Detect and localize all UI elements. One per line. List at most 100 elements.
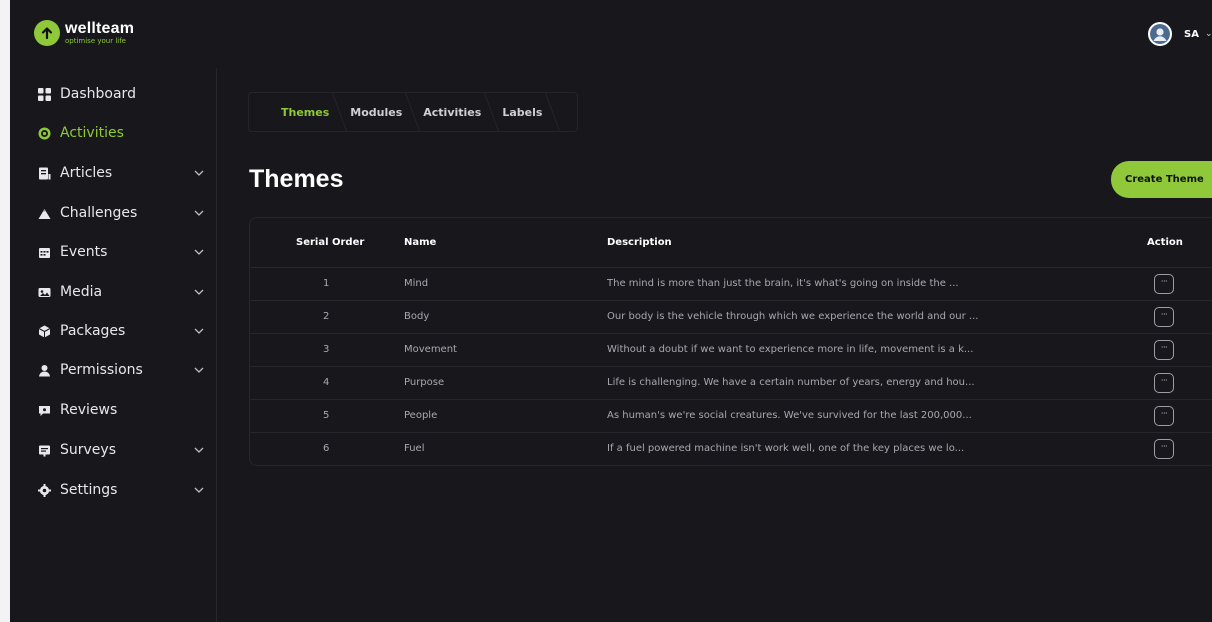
more-horizontal-icon: ··· xyxy=(1160,376,1168,385)
breadcrumb-item-themes[interactable]: Themes xyxy=(271,106,339,119)
more-horizontal-icon: ··· xyxy=(1160,343,1168,352)
breadcrumb-item-labels[interactable]: Labels xyxy=(492,106,552,119)
name-cell: Purpose xyxy=(404,377,445,388)
top-bar: wellteam optimise your life SA ⌄ xyxy=(10,0,1212,68)
column-header-description[interactable]: Description xyxy=(607,237,672,248)
sidebar-item-label: Surveys xyxy=(60,442,116,458)
description-cell: Our body is the vehicle through which we… xyxy=(607,311,979,322)
serial-order-cell: 4 xyxy=(323,377,330,388)
page-title: Themes xyxy=(249,165,344,193)
user-icon xyxy=(37,363,51,377)
sidebar-item-label: Challenges xyxy=(60,205,138,221)
avatar[interactable] xyxy=(1148,22,1172,46)
name-cell: Mind xyxy=(404,278,429,289)
sidebar-item-label: Reviews xyxy=(60,402,118,418)
serial-order-cell: 5 xyxy=(323,410,330,421)
sidebar-item-articles[interactable]: Articles xyxy=(10,158,217,188)
user-menu[interactable]: SA ⌄ xyxy=(1148,22,1212,46)
sidebar-item-challenges[interactable]: Challenges xyxy=(10,198,217,228)
article-icon xyxy=(37,166,51,180)
sidebar-item-media[interactable]: Media xyxy=(10,277,217,307)
column-header-name[interactable]: Name xyxy=(404,237,436,248)
sidebar: Dashboard Activities Articles Challenges… xyxy=(10,68,217,622)
grid-icon xyxy=(37,87,51,101)
description-cell: The mind is more than just the brain, it… xyxy=(607,278,959,289)
chevron-down-icon xyxy=(194,328,204,334)
gear-icon xyxy=(37,483,51,497)
serial-order-cell: 2 xyxy=(323,311,330,322)
chevron-down-icon xyxy=(194,249,204,255)
table-row[interactable]: 3 Movement Without a doubt if we want to… xyxy=(250,333,1212,366)
chevron-down-icon xyxy=(194,447,204,453)
sidebar-item-label: Dashboard xyxy=(60,86,136,102)
media-icon xyxy=(37,285,51,299)
chevron-down-icon xyxy=(194,487,204,493)
arrow-up-icon xyxy=(34,20,60,46)
name-cell: Body xyxy=(404,311,430,322)
sidebar-item-label: Activities xyxy=(60,125,124,141)
themes-table: Serial Order Name Description Action 1 M… xyxy=(249,217,1212,466)
breadcrumb-item-activities[interactable]: Activities xyxy=(413,106,491,119)
breadcrumb-item-modules[interactable]: Modules xyxy=(340,106,412,119)
row-actions-button[interactable]: ··· xyxy=(1154,373,1174,393)
sidebar-item-settings[interactable]: Settings xyxy=(10,475,217,505)
sidebar-item-label: Packages xyxy=(60,323,126,339)
sidebar-item-label: Settings xyxy=(60,482,118,498)
target-icon xyxy=(37,126,51,140)
brand-name: wellteam xyxy=(65,20,135,37)
sidebar-item-label: Media xyxy=(60,284,103,300)
app-window: wellteam optimise your life SA ⌄ Dashboa… xyxy=(10,0,1212,622)
more-horizontal-icon: ··· xyxy=(1160,442,1168,451)
column-header-action: Action xyxy=(1147,237,1183,248)
name-cell: Fuel xyxy=(404,443,425,454)
brand-logo[interactable]: wellteam optimise your life xyxy=(34,20,134,46)
sidebar-item-label: Events xyxy=(60,244,108,260)
table-row[interactable]: 1 Mind The mind is more than just the br… xyxy=(250,267,1212,300)
chevron-down-icon xyxy=(194,289,204,295)
more-horizontal-icon: ··· xyxy=(1160,409,1168,418)
chevron-down-icon xyxy=(194,367,204,373)
sidebar-item-label: Articles xyxy=(60,165,113,181)
row-actions-button[interactable]: ··· xyxy=(1154,406,1174,426)
row-actions-button[interactable]: ··· xyxy=(1154,274,1174,294)
serial-order-cell: 3 xyxy=(323,344,330,355)
name-cell: Movement xyxy=(404,344,457,355)
sidebar-item-events[interactable]: Events xyxy=(10,237,217,267)
more-horizontal-icon: ··· xyxy=(1160,277,1168,286)
review-icon xyxy=(37,403,51,417)
sidebar-item-permissions[interactable]: Permissions xyxy=(10,355,217,385)
create-theme-button[interactable]: Create Theme xyxy=(1111,161,1212,198)
table-row[interactable]: 4 Purpose Life is challenging. We have a… xyxy=(250,366,1212,399)
calendar-icon xyxy=(37,245,51,259)
row-actions-button[interactable]: ··· xyxy=(1154,439,1174,459)
sidebar-item-surveys[interactable]: Surveys xyxy=(10,435,217,465)
package-icon xyxy=(37,324,51,338)
chevron-down-icon xyxy=(194,170,204,176)
sidebar-item-reviews[interactable]: Reviews xyxy=(10,395,217,425)
user-initials: SA xyxy=(1184,28,1199,40)
breadcrumb: Themes Modules Activities Labels xyxy=(248,92,578,132)
mountain-icon xyxy=(37,206,51,220)
name-cell: People xyxy=(404,410,438,421)
brand-tagline: optimise your life xyxy=(65,37,126,45)
description-cell: Without a doubt if we want to experience… xyxy=(607,344,974,355)
sidebar-item-activities[interactable]: Activities xyxy=(10,118,217,148)
row-actions-button[interactable]: ··· xyxy=(1154,340,1174,360)
table-row[interactable]: 6 Fuel If a fuel powered machine isn't w… xyxy=(250,432,1212,465)
sidebar-item-label: Permissions xyxy=(60,362,143,378)
row-actions-button[interactable]: ··· xyxy=(1154,307,1174,327)
description-cell: Life is challenging. We have a certain n… xyxy=(607,377,975,388)
description-cell: If a fuel powered machine isn't work wel… xyxy=(607,443,965,454)
serial-order-cell: 1 xyxy=(323,278,330,289)
sidebar-item-packages[interactable]: Packages xyxy=(10,316,217,346)
sidebar-item-dashboard[interactable]: Dashboard xyxy=(10,79,217,109)
table-row[interactable]: 2 Body Our body is the vehicle through w… xyxy=(250,300,1212,333)
serial-order-cell: 6 xyxy=(323,443,330,454)
more-horizontal-icon: ··· xyxy=(1160,310,1168,319)
table-row[interactable]: 5 People As human's we're social creatur… xyxy=(250,399,1212,432)
chevron-down-icon[interactable]: ⌄ xyxy=(1205,29,1212,39)
survey-icon xyxy=(37,443,51,457)
description-cell: As human's we're social creatures. We've… xyxy=(607,410,972,421)
chevron-down-icon xyxy=(194,210,204,216)
column-header-serial-order[interactable]: Serial Order xyxy=(296,237,364,248)
